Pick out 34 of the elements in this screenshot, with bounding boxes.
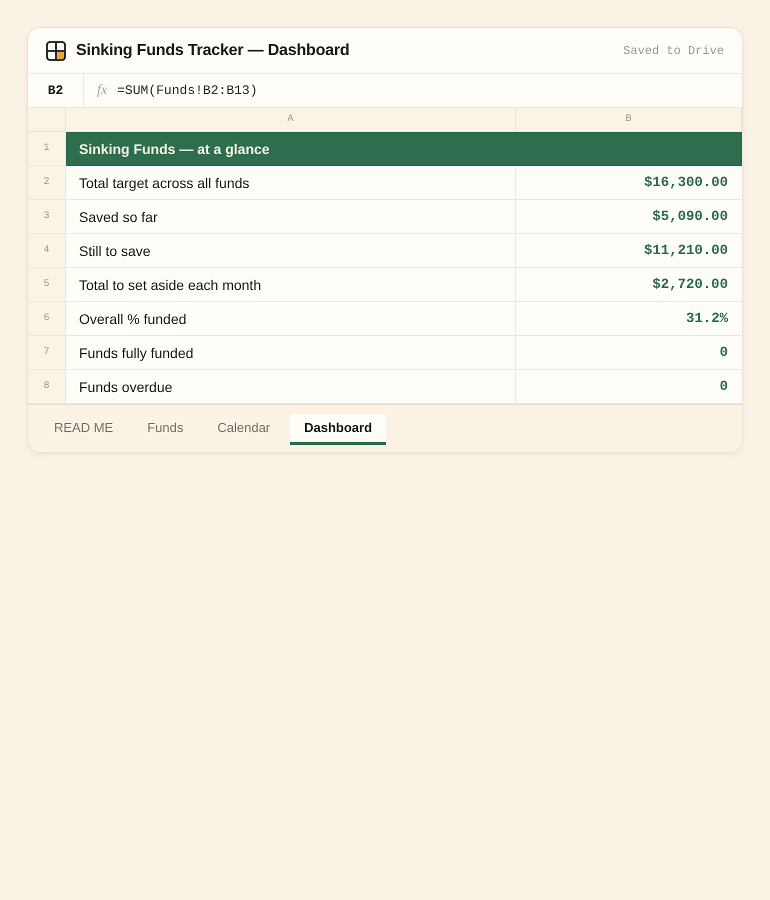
sheet-tab[interactable]: Funds [133, 414, 198, 445]
sheet-tab[interactable]: Calendar [203, 414, 284, 445]
select-all-corner[interactable] [28, 108, 66, 132]
window-title: Sinking Funds Tracker — Dashboard [76, 42, 350, 60]
value-cell: $5,090.00 [516, 200, 742, 234]
value-cell: $2,720.00 [516, 268, 742, 302]
sheet-tab[interactable]: READ ME [40, 414, 128, 445]
row-number[interactable]: 7 [28, 336, 66, 370]
function-label: fx [97, 82, 108, 98]
value-cell: 0 [516, 336, 742, 370]
column-header[interactable]: A [66, 108, 516, 132]
save-status: Saved to Drive [623, 44, 724, 58]
label-cell: Still to save [66, 234, 516, 268]
row-number[interactable]: 6 [28, 302, 66, 336]
row-number[interactable]: 1 [28, 132, 66, 166]
value-cell: 31.2% [516, 302, 742, 336]
formula-input[interactable]: =SUM(Funds!B2:B13) [117, 83, 258, 98]
row-number[interactable]: 4 [28, 234, 66, 268]
label-cell: Total to set aside each month [66, 268, 516, 302]
row-number[interactable]: 5 [28, 268, 66, 302]
label-cell: Overall % funded [66, 302, 516, 336]
row-number[interactable]: 3 [28, 200, 66, 234]
row-number[interactable]: 2 [28, 166, 66, 200]
value-cell: $11,210.00 [516, 234, 742, 268]
header-cell: Sinking Funds — at a glance [66, 132, 742, 166]
sheet-tab[interactable]: Dashboard [290, 414, 386, 445]
column-header[interactable]: B [516, 108, 742, 132]
cell-reference[interactable]: B2 [28, 74, 84, 107]
label-cell: Total target across all funds [66, 166, 516, 200]
grid-logo-icon [46, 40, 66, 60]
value-cell: $16,300.00 [516, 166, 742, 200]
label-cell: Saved so far [66, 200, 516, 234]
row-number[interactable]: 8 [28, 370, 66, 404]
label-cell: Funds fully funded [66, 336, 516, 370]
